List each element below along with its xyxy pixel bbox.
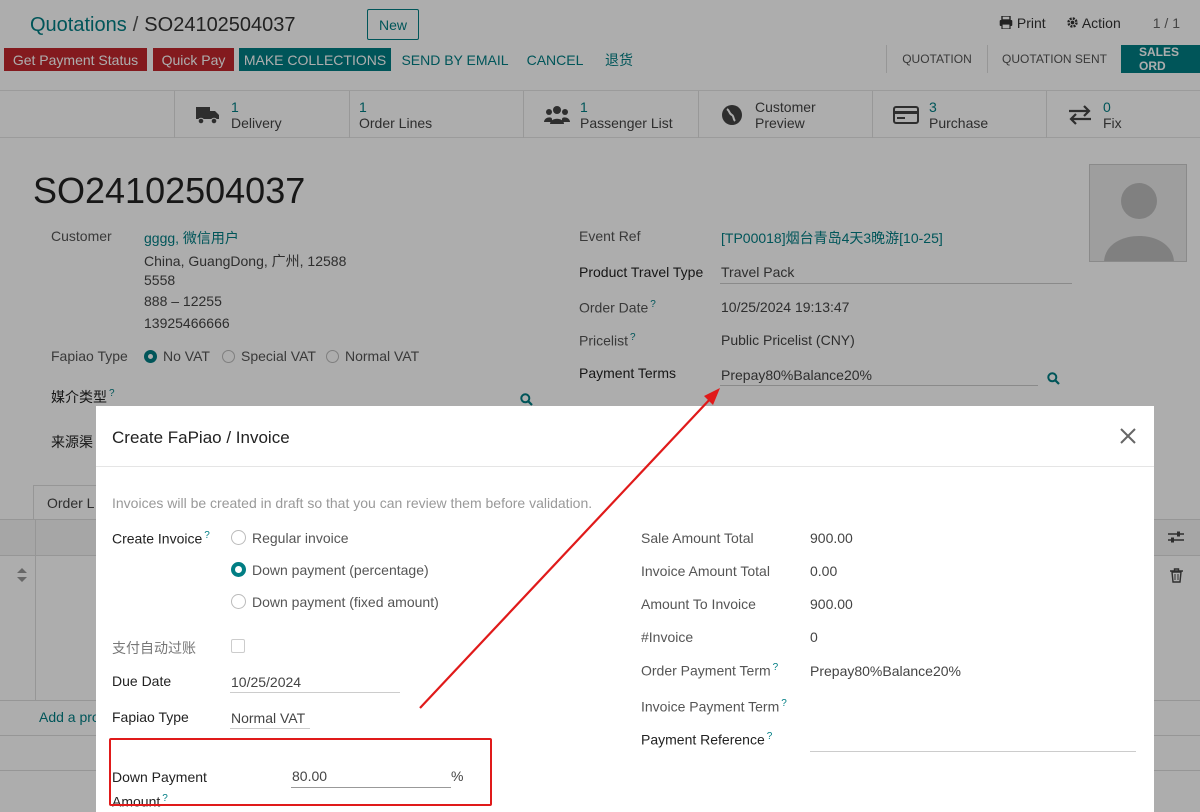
help-icon[interactable]: ? — [773, 662, 779, 673]
due-date-label: Due Date — [112, 673, 172, 689]
sale-amount-total-label: Sale Amount Total — [641, 530, 754, 546]
invoice-amount-total-label: Invoice Amount Total — [641, 563, 770, 579]
order-payment-term-label: Order Payment Term? — [641, 662, 778, 679]
down-payment-percentage-radio[interactable]: Down payment (percentage) — [231, 562, 429, 578]
invoice-amount-total-value: 0.00 — [810, 563, 838, 579]
payment-reference-text: Payment Reference — [641, 731, 765, 748]
payment-reference-input[interactable] — [810, 751, 1136, 752]
regular-invoice-radio[interactable]: Regular invoice — [231, 530, 349, 546]
order-payment-term-text: Order Payment Term — [641, 662, 771, 679]
down-payment-fixed-radio[interactable]: Down payment (fixed amount) — [231, 594, 439, 610]
radio-unselected-icon — [231, 530, 246, 545]
payment-reference-label: Payment Reference? — [641, 731, 772, 748]
close-icon[interactable] — [1116, 424, 1140, 448]
help-icon[interactable]: ? — [767, 731, 773, 742]
dialog-title: Create FaPiao / Invoice — [112, 428, 290, 447]
invoice-count-label: #Invoice — [641, 629, 694, 645]
field-underline — [230, 728, 310, 729]
field-underline — [230, 692, 400, 693]
invoice-count-value: 0 — [810, 629, 818, 645]
help-icon[interactable]: ? — [781, 698, 787, 709]
fapiao-type-value[interactable]: Normal VAT — [231, 710, 305, 726]
invoice-payment-term-text: Invoice Payment Term — [641, 698, 780, 715]
order-payment-term-link[interactable]: Prepay80%Balance20% — [810, 663, 961, 679]
sale-amount-total-value: 900.00 — [810, 530, 853, 546]
due-date-input[interactable]: 10/25/2024 — [231, 674, 301, 690]
help-icon[interactable]: ? — [204, 530, 210, 541]
auto-post-checkbox[interactable] — [231, 639, 245, 653]
radio-selected-icon — [231, 562, 246, 577]
radio-label: Regular invoice — [252, 530, 349, 546]
create-invoice-label: Create Invoice? — [112, 530, 210, 547]
auto-post-label: 支付自动过账 — [112, 640, 196, 656]
radio-unselected-icon — [231, 594, 246, 609]
annotation-highlight-box — [109, 738, 492, 806]
radio-label: Down payment (fixed amount) — [252, 594, 439, 610]
radio-label: Down payment (percentage) — [252, 562, 429, 578]
amount-to-invoice-value: 900.00 — [810, 596, 853, 612]
dialog-note: Invoices will be created in draft so tha… — [112, 495, 593, 511]
invoice-payment-term-label: Invoice Payment Term? — [641, 698, 787, 715]
create-invoice-text: Create Invoice — [112, 530, 203, 547]
dialog-header: Create FaPiao / Invoice — [96, 406, 1154, 467]
amount-to-invoice-label: Amount To Invoice — [641, 596, 756, 612]
fapiao-type-label: Fapiao Type — [112, 709, 189, 725]
